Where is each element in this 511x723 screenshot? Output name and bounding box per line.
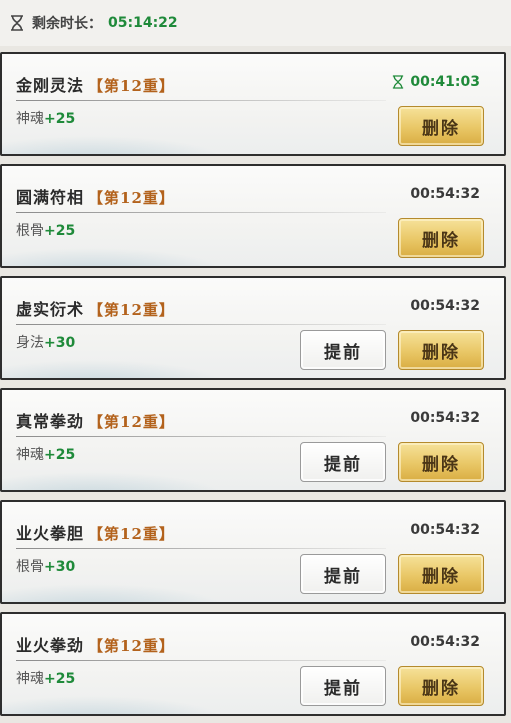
divider bbox=[16, 436, 386, 437]
countdown-timer: 00:54:32 bbox=[410, 410, 480, 426]
attribute-bonus: 神魂+25 bbox=[16, 668, 75, 688]
attribute-label: 神魂 bbox=[16, 671, 44, 687]
technique-tier: 【第12重】 bbox=[88, 301, 175, 319]
technique-name: 真常拳劲 【第12重】 bbox=[16, 408, 175, 432]
countdown-timer: 00:54:32 bbox=[410, 522, 480, 538]
attribute-value: +25 bbox=[44, 671, 76, 687]
technique-name: 虚实衍术 【第12重】 bbox=[16, 296, 175, 320]
advance-button[interactable]: 提前 bbox=[300, 442, 386, 482]
technique-card: 业火拳胆 【第12重】 根骨+30 00:54:32 提前 删除 bbox=[0, 500, 506, 604]
timer-value: 00:54:32 bbox=[410, 186, 480, 202]
hourglass-icon bbox=[393, 75, 404, 89]
attribute-label: 根骨 bbox=[16, 559, 44, 575]
advance-button[interactable]: 提前 bbox=[300, 666, 386, 706]
technique-title: 金刚灵法 bbox=[16, 76, 85, 95]
technique-title: 虚实衍术 bbox=[16, 300, 85, 319]
divider bbox=[16, 324, 386, 325]
technique-title: 业火拳劲 bbox=[16, 636, 85, 655]
technique-name: 业火拳胆 【第12重】 bbox=[16, 520, 175, 544]
technique-card: 真常拳劲 【第12重】 神魂+25 00:54:32 提前 删除 bbox=[0, 388, 506, 492]
attribute-bonus: 神魂+25 bbox=[16, 444, 75, 464]
technique-title: 真常拳劲 bbox=[16, 412, 85, 431]
attribute-value: +30 bbox=[44, 335, 76, 351]
technique-tier: 【第12重】 bbox=[88, 637, 175, 655]
delete-button[interactable]: 删除 bbox=[398, 106, 484, 146]
attribute-label: 身法 bbox=[16, 335, 44, 351]
advance-button[interactable]: 提前 bbox=[300, 330, 386, 370]
timer-value: 00:54:32 bbox=[410, 298, 480, 314]
technique-tier: 【第12重】 bbox=[88, 525, 175, 543]
technique-name: 金刚灵法 【第12重】 bbox=[16, 72, 175, 96]
attribute-bonus: 神魂+25 bbox=[16, 108, 75, 128]
countdown-timer: 00:54:32 bbox=[410, 298, 480, 314]
attribute-bonus: 根骨+25 bbox=[16, 220, 75, 240]
attribute-bonus: 根骨+30 bbox=[16, 556, 75, 576]
attribute-label: 神魂 bbox=[16, 447, 44, 463]
delete-button[interactable]: 删除 bbox=[398, 218, 484, 258]
attribute-value: +30 bbox=[44, 559, 76, 575]
technique-name: 业火拳劲 【第12重】 bbox=[16, 632, 175, 656]
timer-value: 00:54:32 bbox=[410, 522, 480, 538]
remaining-time-label: 剩余时长： bbox=[32, 16, 102, 32]
divider bbox=[16, 100, 386, 101]
technique-name: 圆满符相 【第12重】 bbox=[16, 184, 175, 208]
technique-card: 金刚灵法 【第12重】 神魂+25 00:41:03 删除 bbox=[0, 52, 506, 156]
remaining-time-value: 05:14:22 bbox=[108, 15, 178, 31]
delete-button[interactable]: 删除 bbox=[398, 554, 484, 594]
timer-value: 00:54:32 bbox=[410, 410, 480, 426]
divider bbox=[16, 212, 386, 213]
attribute-value: +25 bbox=[44, 111, 76, 127]
remaining-time-bar: 剩余时长： 05:14:22 bbox=[0, 0, 511, 46]
countdown-timer: 00:54:32 bbox=[410, 634, 480, 650]
technique-title: 业火拳胆 bbox=[16, 524, 85, 543]
advance-button[interactable]: 提前 bbox=[300, 554, 386, 594]
technique-card: 圆满符相 【第12重】 根骨+25 00:54:32 删除 bbox=[0, 164, 506, 268]
technique-tier: 【第12重】 bbox=[88, 189, 175, 207]
hourglass-icon bbox=[11, 15, 23, 31]
technique-card: 业火拳劲 【第12重】 神魂+25 00:54:32 提前 删除 bbox=[0, 612, 506, 716]
attribute-bonus: 身法+30 bbox=[16, 332, 75, 352]
delete-button[interactable]: 删除 bbox=[398, 442, 484, 482]
countdown-timer: 00:41:03 bbox=[392, 74, 480, 90]
technique-tier: 【第12重】 bbox=[88, 77, 175, 95]
technique-card: 虚实衍术 【第12重】 身法+30 00:54:32 提前 删除 bbox=[0, 276, 506, 380]
technique-title: 圆满符相 bbox=[16, 188, 85, 207]
timer-value: 00:54:32 bbox=[410, 634, 480, 650]
attribute-value: +25 bbox=[44, 447, 76, 463]
countdown-timer: 00:54:32 bbox=[410, 186, 480, 202]
divider bbox=[16, 548, 386, 549]
technique-tier: 【第12重】 bbox=[88, 413, 175, 431]
divider bbox=[16, 660, 386, 661]
timer-value: 00:41:03 bbox=[410, 74, 480, 90]
attribute-label: 神魂 bbox=[16, 111, 44, 127]
attribute-label: 根骨 bbox=[16, 223, 44, 239]
attribute-value: +25 bbox=[44, 223, 76, 239]
delete-button[interactable]: 删除 bbox=[398, 666, 484, 706]
delete-button[interactable]: 删除 bbox=[398, 330, 484, 370]
